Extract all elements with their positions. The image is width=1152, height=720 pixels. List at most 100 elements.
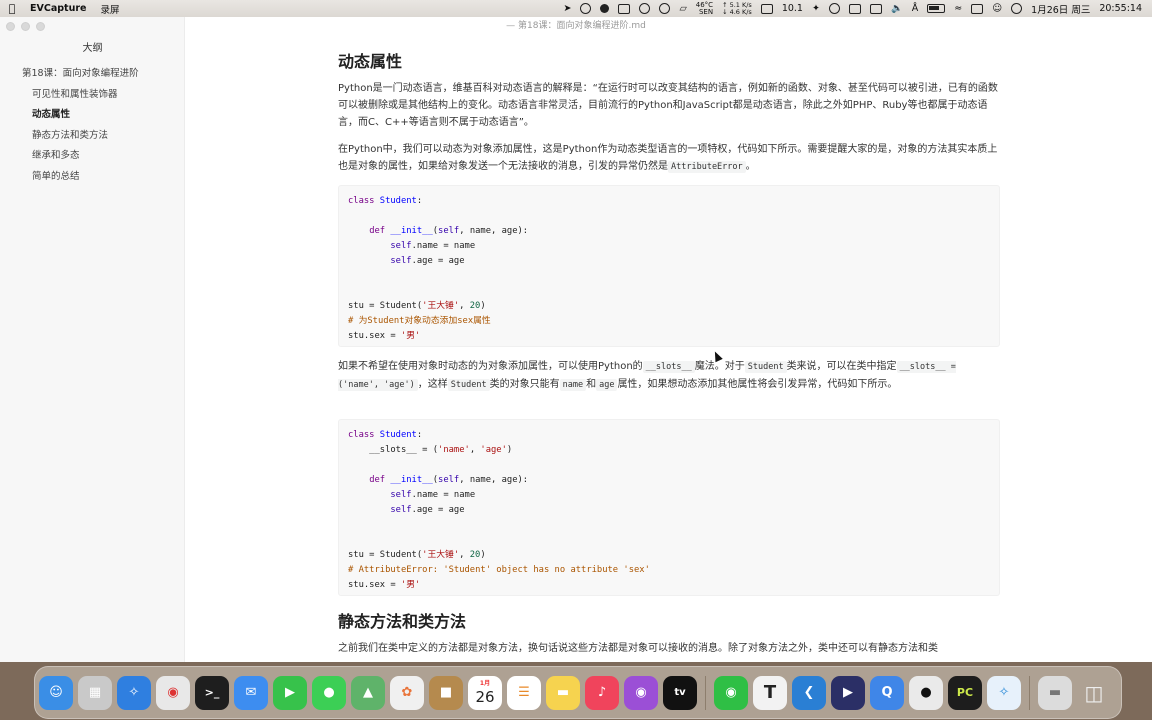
siri-icon[interactable] [1011, 3, 1023, 14]
menubar-app-value[interactable]: 10.1 [782, 3, 803, 14]
maps-icon[interactable]: ▲ [351, 675, 385, 710]
para3-text: 和 [586, 379, 597, 390]
control-center-icon[interactable] [971, 3, 984, 14]
code-token: class [348, 196, 375, 206]
code-token: self [390, 241, 412, 251]
code-token: stu.sex = [348, 580, 401, 590]
outline-sidebar: 大纲 第18课：面向对象编程进阶 可见性和属性装饰器 动态属性 静态方法和类方法… [0, 17, 185, 662]
outline-item-summary[interactable]: 简单的总结 [0, 167, 185, 188]
screen-recorder-icon[interactable]: ▶ [831, 675, 865, 710]
code-token: __init__ [390, 226, 433, 236]
terminal-icon[interactable]: >_ [195, 675, 229, 710]
capture-status-icon[interactable] [580, 3, 592, 14]
code-token: self [390, 256, 412, 266]
wifi-icon[interactable]: ≈ [954, 3, 962, 14]
code-line: class Student: [348, 194, 990, 209]
app-menu[interactable]: EVCapture [30, 3, 86, 14]
bird-icon[interactable]: ✦ [812, 3, 820, 14]
notification-icon[interactable] [600, 4, 610, 13]
podcasts-icon[interactable]: ◉ [624, 675, 658, 710]
calendar-icon[interactable]: 1月 26 [468, 675, 502, 710]
code-block-slots[interactable]: class Student: __slots__ = ('name', 'age… [338, 419, 1000, 596]
wechat-icon[interactable]: ◉ [714, 675, 748, 710]
pycharm-icon[interactable]: PC [948, 675, 982, 710]
bluetooth-icon[interactable]: Å [912, 3, 919, 14]
mail-icon[interactable]: ✉ [234, 675, 268, 710]
code-token: def [369, 475, 386, 485]
trash-icon[interactable]: ◫ [1077, 676, 1111, 710]
menu-record[interactable]: 录屏 [100, 2, 119, 16]
outline-item-static-methods[interactable]: 静态方法和类方法 [0, 126, 185, 147]
sync-icon[interactable] [869, 3, 882, 14]
appletv-icon[interactable]: tv [663, 675, 697, 710]
grid-app-icon[interactable] [618, 3, 631, 14]
lock-icon[interactable]: ▱ [679, 3, 686, 14]
safari-icon[interactable]: ✧ [117, 675, 151, 710]
notes-icon[interactable]: ▬ [546, 675, 580, 710]
code-comment: # 为Student对象动态添加sex属性 [348, 316, 491, 326]
downloads-folder-icon[interactable]: ▬ [1038, 675, 1072, 710]
code-token: __init__ [390, 475, 433, 485]
facetime-icon[interactable]: ▶ [273, 675, 307, 710]
chrome-icon[interactable]: ◉ [156, 675, 190, 710]
outline-item-visibility[interactable]: 可见性和属性装饰器 [0, 85, 185, 106]
inline-code-name: name [559, 379, 587, 391]
window-icon[interactable] [848, 3, 861, 14]
para3-text: 类的对象只能有 [489, 379, 560, 390]
finder-icon[interactable]: ☺ [39, 675, 73, 710]
vscode-icon[interactable]: ❮ [792, 675, 826, 710]
music-icon[interactable]: ♪ [585, 675, 619, 710]
menubar-date[interactable]: 1月26日 周三 [1031, 2, 1090, 16]
code-token: , name, age): [459, 226, 529, 236]
user-icon[interactable]: ☺ [992, 3, 1002, 14]
photos-icon[interactable]: ✿ [390, 675, 424, 710]
typora-icon[interactable]: T [753, 675, 787, 710]
outline-item-dynamic-attributes[interactable]: 动态属性 [0, 105, 185, 126]
code-line: self.age = age [348, 254, 990, 269]
code-token: def [369, 226, 386, 236]
dock: ☺ ▦ ✧ ◉ >_ ✉ ▶ ● ▲ ✿ ■ 1月 26 ☰ ▬ ♪ ◉ tv … [34, 666, 1122, 719]
inline-code-student: Student [447, 379, 490, 391]
code-line: def __init__(self, name, age): [348, 224, 990, 239]
volume-icon[interactable]: 🔈 [891, 3, 903, 14]
typora-window: 大纲 第18课：面向对象编程进阶 可见性和属性装饰器 动态属性 静态方法和类方法… [0, 17, 1152, 662]
outline-item-inheritance[interactable]: 继承和多态 [0, 146, 185, 167]
code-token: self [438, 475, 460, 485]
code-block-dynamic[interactable]: class Student: def __init__(self, name, … [338, 185, 1000, 347]
code-token: : [416, 196, 423, 206]
code-line: # 为Student对象动态添加sex属性 [348, 314, 990, 329]
apple-menu-icon[interactable]:  [0, 2, 24, 15]
document-content[interactable]: 动态属性 Python是一门动态语言，维基百科对动态语言的解释是：“在运行时可以… [338, 17, 1000, 662]
reminders-icon[interactable]: ☰ [507, 675, 541, 710]
code-token: '王大锤' [422, 301, 460, 311]
network-speed[interactable]: ↑ 5.1 K/s ↓ 4.6 K/s [722, 1, 752, 16]
contacts-icon[interactable]: ■ [429, 675, 463, 710]
temperature-readout[interactable]: 46°C SEN [696, 1, 713, 16]
qq-icon[interactable]: ● [909, 675, 943, 710]
monitor-icon[interactable] [760, 3, 773, 14]
chat-status-icon[interactable] [639, 3, 651, 14]
messages-icon[interactable]: ● [312, 675, 346, 710]
code-token: self [390, 490, 412, 500]
dock-separator [705, 675, 706, 710]
paragraph-dynamic-attributes: 在Python中，我们可以动态为对象添加属性，这是Python作为动态类型语言的… [338, 141, 1000, 176]
code-line: stu = Student('王大锤', 20) [348, 548, 990, 563]
code-token: , name, age): [459, 475, 529, 485]
location-icon[interactable]: ➤ [563, 3, 571, 14]
wechat-status-icon[interactable] [659, 3, 671, 14]
code-token: stu = Student( [348, 301, 423, 311]
heading-static-methods: 静态方法和类方法 [338, 612, 467, 631]
heading-dynamic-attributes: 动态属性 [338, 52, 403, 71]
quickq-icon[interactable]: Q [870, 675, 904, 710]
play-icon[interactable] [828, 3, 840, 14]
menubar-time[interactable]: 20:55:14 [1099, 3, 1142, 14]
paragraph-dynamic-language: Python是一门动态语言，维基百科对动态语言的解释是：“在运行时可以改变其结构… [338, 83, 998, 128]
network-icon[interactable]: ✧ [987, 675, 1021, 710]
outline-item-lesson[interactable]: 第18课：面向对象编程进阶 [0, 64, 185, 85]
battery-icon[interactable] [927, 4, 946, 13]
launchpad-icon[interactable]: ▦ [78, 675, 112, 710]
code-token: '男' [400, 580, 421, 590]
code-line: # AttributeError: 'Student' object has n… [348, 563, 990, 578]
code-token: : [416, 430, 423, 440]
